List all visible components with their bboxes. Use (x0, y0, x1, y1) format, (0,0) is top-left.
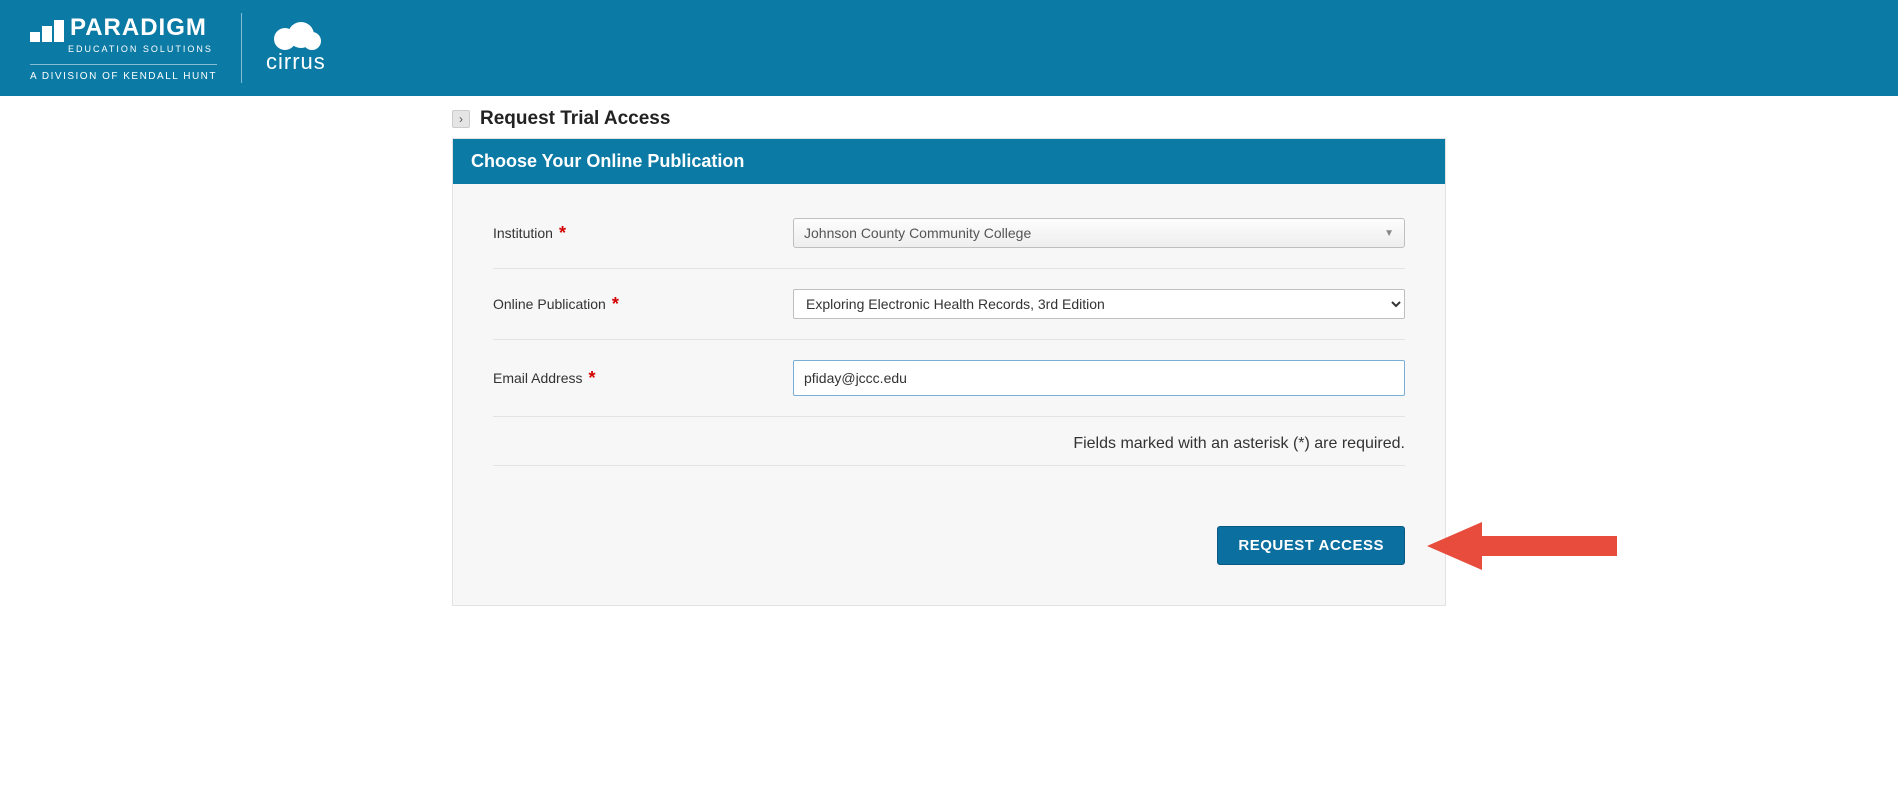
paradigm-brand-name: PARADIGM (70, 14, 207, 42)
paradigm-logo: PARADIGM EDUCATION SOLUTIONS A DIVISION … (30, 14, 217, 82)
paradigm-brand-sub: EDUCATION SOLUTIONS (68, 44, 213, 54)
cirrus-logo: cirrus (266, 21, 326, 75)
row-email: Email Address * (493, 340, 1405, 417)
chevron-right-icon: › (452, 110, 470, 128)
institution-label: Institution (493, 225, 553, 241)
row-institution: Institution * Johnson County Community C… (493, 198, 1405, 269)
institution-combobox[interactable]: Johnson County Community College ▼ (793, 218, 1405, 248)
publication-label: Online Publication (493, 296, 606, 312)
request-access-button[interactable]: REQUEST ACCESS (1217, 526, 1405, 565)
page-title: Request Trial Access (480, 108, 670, 130)
row-publication: Online Publication * Exploring Electroni… (493, 269, 1405, 340)
chevron-down-icon: ▼ (1384, 228, 1394, 239)
page-title-row: › Request Trial Access (452, 108, 1446, 130)
paradigm-brand-div: A DIVISION OF KENDALL HUNT (30, 64, 217, 82)
required-hint: Fields marked with an asterisk (*) are r… (493, 417, 1405, 466)
institution-value: Johnson County Community College (804, 225, 1031, 241)
header-bar: PARADIGM EDUCATION SOLUTIONS A DIVISION … (0, 0, 1898, 96)
header-divider (241, 13, 242, 83)
panel-header: Choose Your Online Publication (453, 139, 1445, 184)
form-panel: Choose Your Online Publication Instituti… (452, 138, 1446, 606)
cloud-icon (269, 21, 323, 51)
publication-select[interactable]: Exploring Electronic Health Records, 3rd… (793, 289, 1405, 319)
email-label: Email Address (493, 370, 582, 386)
email-input[interactable] (793, 360, 1405, 396)
cirrus-brand-name: cirrus (266, 49, 326, 75)
annotation-arrow-icon (1427, 518, 1617, 574)
paradigm-blocks-icon (30, 20, 64, 42)
